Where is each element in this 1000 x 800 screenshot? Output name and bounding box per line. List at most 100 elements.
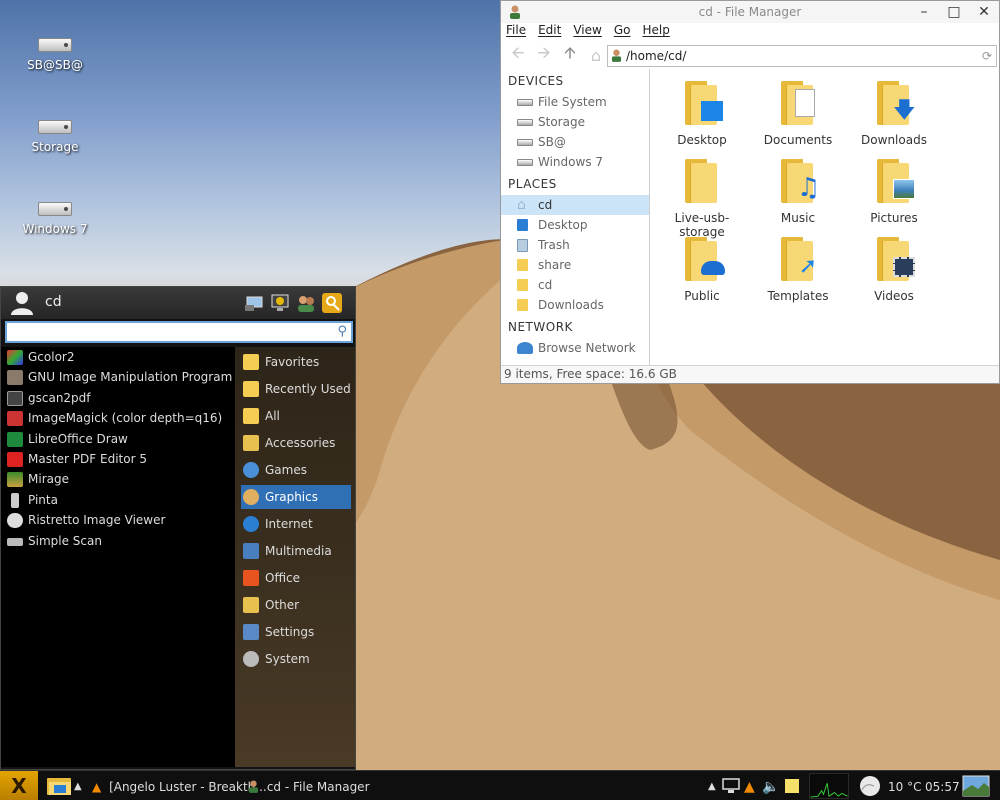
desktop-folder-icon	[517, 219, 528, 231]
app-item-ristretto[interactable]: Ristretto Image Viewer	[1, 510, 235, 530]
taskbar-overflow-arrow-icon[interactable]: ▲	[74, 777, 82, 797]
sidebar-item-label: Browse Network	[538, 341, 636, 355]
menu-go[interactable]: Go	[614, 23, 631, 41]
sidebar-item-share[interactable]: share	[501, 255, 649, 275]
gimp-icon	[7, 370, 23, 386]
category-recently-used[interactable]: Recently Used	[241, 377, 351, 401]
app-item-gscan2pdf[interactable]: gscan2pdf	[1, 388, 235, 408]
category-settings[interactable]: Settings	[241, 620, 351, 644]
display-settings-icon[interactable]	[243, 292, 265, 314]
folder-item-videos[interactable]: Videos	[846, 237, 942, 303]
start-menu-button[interactable]: X	[0, 771, 38, 800]
up-arrow-icon[interactable]: 🡩	[557, 42, 583, 69]
sidebar-item-browse-network[interactable]: Browse Network	[501, 338, 649, 358]
forward-arrow-icon[interactable]: 🡪	[531, 42, 557, 69]
weather-icon[interactable]	[856, 774, 884, 798]
category-graphics[interactable]: Graphics	[241, 485, 351, 509]
app-item-simple-scan[interactable]: Simple Scan	[1, 531, 235, 551]
location-field[interactable]: /home/cd/ ⟳	[607, 45, 997, 67]
logout-icon[interactable]	[321, 292, 343, 314]
sidebar-item-file-system[interactable]: File System	[501, 92, 649, 112]
category-internet[interactable]: Internet	[241, 512, 351, 536]
sidebar-item-desktop[interactable]: Desktop	[501, 215, 649, 235]
menu-view[interactable]: View	[573, 23, 601, 41]
taskbar-task-label: cd - File Manager	[266, 780, 370, 794]
app-label: Gcolor2	[28, 350, 75, 364]
menu-edit[interactable]: Edit	[538, 23, 561, 41]
folder-item-templates[interactable]: ➚ Templates	[750, 237, 846, 303]
app-label: gscan2pdf	[28, 390, 91, 405]
app-item-imagemagick[interactable]: ImageMagick (color depth=q16)	[1, 408, 235, 428]
scanner-icon	[7, 537, 23, 546]
folder-item-pictures[interactable]: Pictures	[846, 159, 942, 225]
sidebar-item-windows7[interactable]: Windows 7	[501, 152, 649, 172]
folder-item-music[interactable]: ♫ Music	[750, 159, 846, 225]
music-folder-icon: ♫	[779, 159, 820, 203]
taskbar-task-file-manager[interactable]: cd - File Manager	[248, 777, 370, 797]
category-favorites[interactable]: Favorites	[241, 350, 351, 374]
maximize-button[interactable]: □	[939, 1, 969, 23]
lock-screen-icon[interactable]	[269, 292, 291, 314]
sidebar-item-cd[interactable]: cd	[501, 275, 649, 295]
sidebar-item-home[interactable]: ⌂ cd	[501, 195, 649, 215]
show-desktop-icon[interactable]	[962, 775, 990, 797]
menu-search-input[interactable]: ⚲	[5, 321, 353, 343]
menu-bar: File Edit View Go Help	[501, 23, 999, 41]
app-item-gimp[interactable]: GNU Image Manipulation Program	[1, 367, 235, 387]
desktop-drive-storage[interactable]: Storage	[10, 120, 100, 154]
folder-item-downloads[interactable]: 🡇 Downloads	[846, 81, 942, 147]
sidebar-item-downloads[interactable]: Downloads	[501, 295, 649, 315]
folder-label: Desktop	[677, 133, 727, 147]
category-label: Accessories	[265, 436, 336, 450]
category-label: Settings	[265, 625, 315, 639]
app-item-gcolor2[interactable]: Gcolor2	[1, 347, 235, 367]
category-other[interactable]: Other	[241, 593, 351, 617]
pictures-folder-icon	[875, 159, 915, 203]
file-manager-window[interactable]: cd - File Manager – □ ✕ File Edit View G…	[500, 0, 1000, 384]
folder-label: Music	[780, 211, 816, 225]
notes-icon[interactable]	[784, 778, 800, 794]
title-bar[interactable]: cd - File Manager – □ ✕	[501, 1, 999, 23]
file-manager-launcher-icon[interactable]	[46, 776, 72, 796]
category-office[interactable]: Office	[241, 566, 351, 590]
close-button[interactable]: ✕	[969, 1, 999, 23]
folder-item-public[interactable]: Public	[654, 237, 750, 303]
menu-help[interactable]: Help	[642, 23, 669, 41]
sidebar-item-trash[interactable]: Trash	[501, 235, 649, 255]
folder-item-desktop[interactable]: Desktop	[654, 81, 750, 147]
app-item-libreoffice-draw[interactable]: LibreOffice Draw	[1, 429, 235, 449]
sidebar-item-storage[interactable]: Storage	[501, 112, 649, 132]
home-icon: ⌂	[517, 197, 526, 213]
app-item-master-pdf-editor[interactable]: Master PDF Editor 5	[1, 449, 235, 469]
switch-user-icon[interactable]	[295, 292, 317, 314]
vlc-tray-icon[interactable]: ▲	[744, 777, 755, 797]
category-multimedia[interactable]: Multimedia	[241, 539, 351, 563]
tray-arrow-icon[interactable]: ▲	[708, 777, 716, 797]
network-monitor-icon[interactable]	[722, 778, 740, 794]
category-system[interactable]: System	[241, 647, 351, 671]
desktop-drive-sbsb[interactable]: SB@SB@	[10, 38, 100, 72]
mirage-icon	[7, 472, 23, 488]
desktop-drive-windows7[interactable]: Windows 7	[10, 202, 100, 236]
folder-label: Documents	[763, 133, 833, 147]
folder-item-documents[interactable]: Documents	[750, 81, 846, 147]
home-icon[interactable]: ⌂	[583, 46, 609, 65]
app-item-pinta[interactable]: Pinta	[1, 490, 235, 510]
folder-item-live-usb-storage[interactable]: Live-usb-storage	[654, 159, 750, 239]
minimize-button[interactable]: –	[909, 1, 939, 23]
sidebar-item-sb[interactable]: SB@	[501, 132, 649, 152]
app-item-mirage[interactable]: Mirage	[1, 469, 235, 489]
clock[interactable]: 05:57	[925, 777, 960, 797]
taskbar-task-media[interactable]: ▲ [Angelo Luster - Breakth...	[92, 777, 267, 797]
videos-folder-icon	[875, 237, 915, 281]
back-arrow-icon[interactable]: 🡨	[505, 42, 531, 69]
refresh-icon[interactable]: ⟳	[982, 46, 992, 66]
folder-icon	[517, 279, 528, 291]
folder-icon	[683, 159, 721, 203]
sidebar-item-label: cd	[538, 278, 553, 292]
category-games[interactable]: Games	[241, 458, 351, 482]
category-all[interactable]: All	[241, 404, 351, 428]
volume-icon[interactable]: 🔈	[762, 777, 779, 797]
category-accessories[interactable]: Accessories	[241, 431, 351, 455]
menu-file[interactable]: File	[506, 23, 526, 41]
